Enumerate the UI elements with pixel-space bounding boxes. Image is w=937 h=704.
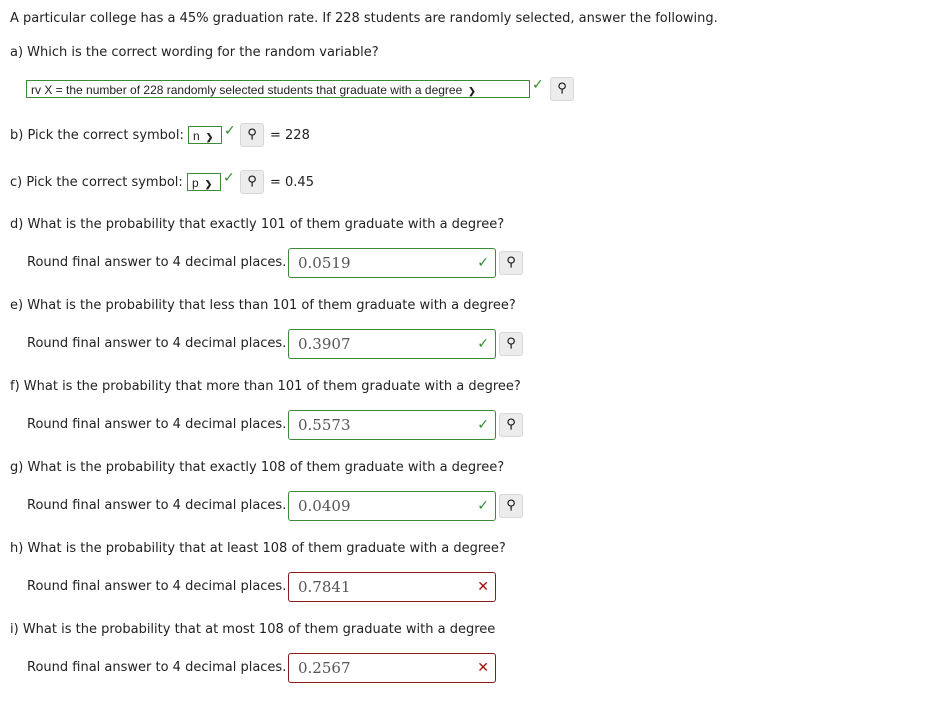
correct-check-icon: ✓ xyxy=(477,336,489,352)
chevron-down-icon: ❯ xyxy=(204,179,213,189)
n-value: = 228 xyxy=(270,128,310,143)
answer-input-e[interactable]: 0.3907 ✓ xyxy=(288,329,496,359)
answer-input-f[interactable]: 0.5573 ✓ xyxy=(288,410,496,440)
incorrect-x-icon: ✕ xyxy=(477,660,489,676)
answer-input-d[interactable]: 0.0519 ✓ xyxy=(288,248,496,278)
chevron-down-icon: ❯ xyxy=(205,132,214,142)
key-icon-button[interactable]: ⚲ xyxy=(499,332,523,356)
key-icon-button[interactable]: ⚲ xyxy=(499,413,523,437)
answer-value: 0.5573 xyxy=(298,416,351,434)
question-d: d) What is the probability that exactly … xyxy=(10,217,505,232)
question-c-label: c) Pick the correct symbol: xyxy=(10,175,183,190)
correct-check-icon: ✓ xyxy=(477,417,489,433)
question-h: h) What is the probability that at least… xyxy=(10,541,506,556)
round-label: Round final answer to 4 decimal places. xyxy=(27,498,287,513)
answer-value: 0.0409 xyxy=(298,497,351,515)
answer-value: 0.2567 xyxy=(298,659,351,677)
symbol-select-p[interactable]: p ❯ xyxy=(187,173,221,191)
question-f: f) What is the probability that more tha… xyxy=(10,379,521,394)
correct-check-icon: ✓ xyxy=(223,170,235,186)
key-icon-button[interactable]: ⚲ xyxy=(499,494,523,518)
round-label: Round final answer to 4 decimal places. xyxy=(27,255,287,270)
key-icon-button[interactable]: ⚲ xyxy=(499,251,523,275)
round-label: Round final answer to 4 decimal places. xyxy=(27,417,287,432)
round-label: Round final answer to 4 decimal places. xyxy=(27,660,287,675)
correct-check-icon: ✓ xyxy=(477,498,489,514)
correct-check-icon: ✓ xyxy=(224,123,236,139)
question-e: e) What is the probability that less tha… xyxy=(10,298,516,313)
question-b-label: b) Pick the correct symbol: xyxy=(10,128,184,143)
answer-value: 0.7841 xyxy=(298,578,351,596)
random-variable-select[interactable]: rv X = the number of 228 randomly select… xyxy=(26,80,530,98)
round-label: Round final answer to 4 decimal places. xyxy=(27,579,287,594)
chevron-down-icon: ❯ xyxy=(468,86,476,96)
correct-check-icon: ✓ xyxy=(477,255,489,271)
p-value: = 0.45 xyxy=(270,175,314,190)
answer-value: 0.3907 xyxy=(298,335,351,353)
round-label: Round final answer to 4 decimal places. xyxy=(27,336,287,351)
answer-input-g[interactable]: 0.0409 ✓ xyxy=(288,491,496,521)
question-a: a) Which is the correct wording for the … xyxy=(10,45,379,60)
symbol-select-n[interactable]: n ❯ xyxy=(188,126,222,144)
key-icon-button[interactable]: ⚲ xyxy=(240,170,264,194)
key-icon-button[interactable]: ⚲ xyxy=(550,77,574,101)
symbol-p-selected: p xyxy=(192,176,199,190)
answer-value: 0.0519 xyxy=(298,254,351,272)
question-g: g) What is the probability that exactly … xyxy=(10,460,505,475)
symbol-n-selected: n xyxy=(193,129,200,143)
correct-check-icon: ✓ xyxy=(532,77,544,93)
incorrect-x-icon: ✕ xyxy=(477,579,489,595)
answer-input-h[interactable]: 0.7841 ✕ xyxy=(288,572,496,602)
random-variable-selected: rv X = the number of 228 randomly select… xyxy=(31,83,463,97)
problem-intro: A particular college has a 45% graduatio… xyxy=(10,11,718,26)
question-i: i) What is the probability that at most … xyxy=(10,622,496,637)
answer-input-i[interactable]: 0.2567 ✕ xyxy=(288,653,496,683)
key-icon-button[interactable]: ⚲ xyxy=(240,123,264,147)
